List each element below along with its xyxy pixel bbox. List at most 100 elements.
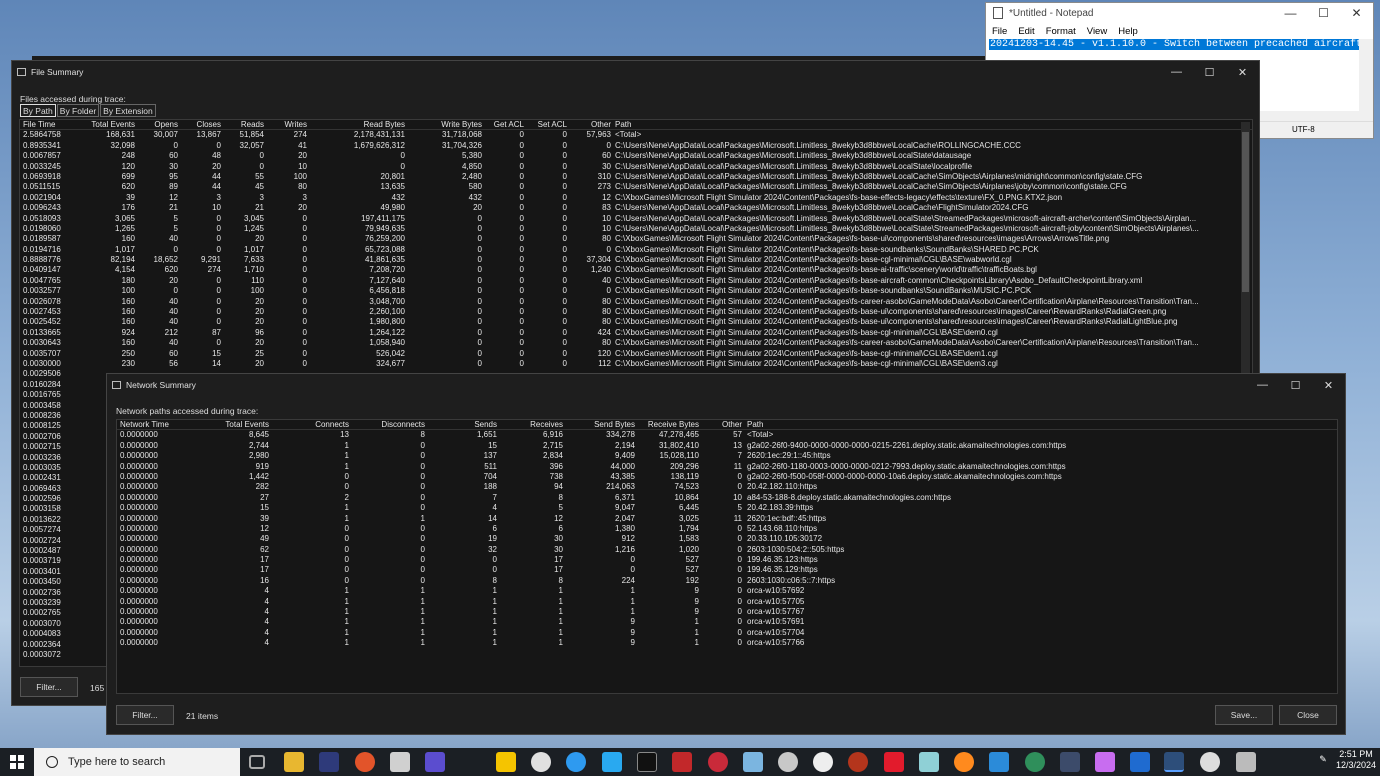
column-header[interactable]: Network Time [120, 420, 169, 430]
column-header[interactable]: Closes [181, 120, 221, 130]
table-row[interactable]: 0.0000000 17 0 0 0 17 0 527 0 199.46.35.129:https [117, 565, 1337, 575]
app-icon-16[interactable] [1130, 752, 1150, 772]
file-summary-titlebar[interactable]: File Summary — ☐ ✕ [12, 61, 1259, 83]
table-row[interactable]: 0.0000000 1,442 0 0 704 738 43,385 138,119 0 g2a0… [117, 472, 1337, 482]
close-icon[interactable]: ✕ [1340, 6, 1373, 20]
column-header[interactable]: Opens [138, 120, 178, 130]
minimize-icon[interactable]: — [1246, 379, 1279, 391]
app-icon-15[interactable] [1095, 752, 1115, 772]
table-row[interactable]: 0.0000000 17 0 0 0 17 0 527 0 199.46.35.123:https [117, 555, 1337, 565]
column-header[interactable]: Total Events [199, 420, 269, 430]
network-summary-window[interactable]: Network Summary — ☐ ✕ Network paths acce… [106, 373, 1346, 735]
table-row[interactable]: 0.0511515 620 89 44 45 80 13,635 580 0 0 273 C:\Use… [20, 182, 1252, 192]
clock[interactable]: 2:51 PM 12/3/2024 [1334, 749, 1378, 771]
tab-by-path[interactable]: By Path [20, 104, 56, 117]
minimize-icon[interactable]: — [1274, 6, 1307, 20]
maximize-icon[interactable]: ☐ [1279, 379, 1312, 392]
column-header[interactable]: Disconnects [365, 420, 425, 430]
maximize-icon[interactable]: ☐ [1307, 6, 1340, 20]
app-icon-3[interactable] [496, 752, 516, 772]
vpc-icon[interactable] [672, 752, 692, 772]
table-row[interactable]: 0.0000000 8,645 13 8 1,651 6,916 334,278 47,278… [117, 430, 1337, 440]
table-row[interactable]: 0.0000000 62 0 0 32 30 1,216 1,020 0 2603:1030:50… [117, 545, 1337, 555]
app-icon-6[interactable] [708, 752, 728, 772]
app-icon-9[interactable] [813, 752, 833, 772]
filter-button[interactable]: Filter... [20, 677, 78, 697]
app-icon-5[interactable] [602, 752, 622, 772]
app-icon-17[interactable] [1200, 752, 1220, 772]
table-row[interactable]: 0.0000000 282 0 0 188 94 214,063 74,523 0 20.42.1… [117, 482, 1337, 492]
table-row[interactable]: 0.0000000 4 1 1 1 1 1 9 0 orca-w10:57692 [117, 586, 1337, 596]
table-row[interactable]: 0.0027453 160 40 0 20 0 2,260,100 0 0 0 80 C:\XboxG… [20, 307, 1252, 317]
table-row[interactable]: 0.0025452 160 40 0 20 0 1,980,800 0 0 0 80 C:\XboxG… [20, 317, 1252, 327]
app-icon-8[interactable] [778, 752, 798, 772]
start-button[interactable] [0, 748, 34, 776]
table-row[interactable]: 0.0693918 699 95 44 55 100 20,801 2,480 0 0 310 C:\… [20, 172, 1252, 182]
table-row[interactable]: 0.0000000 919 1 0 511 396 44,000 209,296 11 g2a02… [117, 462, 1337, 472]
menu-view[interactable]: View [1087, 26, 1107, 37]
table-row[interactable]: 0.0000000 2,980 1 0 137 2,834 9,409 15,028,110 7… [117, 451, 1337, 461]
column-header[interactable]: Path [747, 420, 763, 430]
column-header[interactable]: Other [571, 120, 611, 130]
app-icon-10[interactable] [848, 752, 868, 772]
app-icon-1[interactable] [319, 752, 339, 772]
ccleaner-icon[interactable] [566, 752, 586, 772]
menu-format[interactable]: Format [1046, 26, 1076, 37]
table-row[interactable]: 0.0133665 924 212 87 96 0 1,264,122 0 0 0 424 C:\Xb… [20, 328, 1252, 338]
column-header[interactable]: Write Bytes [412, 120, 482, 130]
app-icon-14[interactable] [1060, 752, 1080, 772]
column-header[interactable]: Other [702, 420, 742, 430]
column-header[interactable]: Get ACL [484, 120, 524, 130]
close-button[interactable]: Close [1279, 705, 1337, 725]
column-header[interactable]: Reads [224, 120, 264, 130]
column-header[interactable]: Connects [289, 420, 349, 430]
file-explorer-icon[interactable] [284, 752, 304, 772]
column-header[interactable]: Read Bytes [315, 120, 405, 130]
table-row[interactable]: 0.0000000 49 0 0 19 30 912 1,583 0 20.33.110.105:… [117, 534, 1337, 544]
network-table[interactable]: Network Time Total Events Connects Disconne… [116, 419, 1338, 694]
column-header[interactable]: Set ACL [527, 120, 567, 130]
notepad-titlebar[interactable]: *Untitled - Notepad — ☐ ✕ [986, 3, 1373, 23]
table-row[interactable]: 0.0194716 1,017 0 0 1,017 0 65,723,088 0 0 0 0 C:\X… [20, 245, 1252, 255]
column-header[interactable]: Total Events [75, 120, 135, 130]
app-icon-2[interactable] [390, 752, 410, 772]
table-row[interactable]: 0.0047765 180 20 0 110 0 7,127,640 0 0 0 40 C:\Xbox… [20, 276, 1252, 286]
network-summary-titlebar[interactable]: Network Summary — ☐ ✕ [107, 374, 1345, 396]
menu-edit[interactable]: Edit [1018, 26, 1034, 37]
table-row[interactable]: 0.0000000 27 2 0 7 8 6,371 10,864 10 a84-53-188-8… [117, 493, 1337, 503]
table-row[interactable]: 0.0030000 230 56 14 20 0 324,677 0 0 0 112 C:\XboxG… [20, 359, 1252, 369]
maximize-icon[interactable]: ☐ [1193, 66, 1226, 79]
vpn-icon[interactable] [425, 752, 445, 772]
table-row[interactable]: 0.0409147 4,154 620 274 1,710 0 7,208,720 0 0 0 1,… [20, 265, 1252, 275]
table-row[interactable]: 0.8935341 32,098 0 0 32,057 41 1,679,626,312 31… [20, 141, 1252, 151]
column-header[interactable]: File Time [23, 120, 55, 130]
table-row[interactable]: 0.0000000 2,744 1 0 15 2,715 2,194 31,802,410 13… [117, 441, 1337, 451]
table-row[interactable]: 0.0518093 3,065 5 0 3,045 0 197,411,175 0 0 0 10 C:… [20, 214, 1252, 224]
table-row[interactable]: 0.0026078 160 40 0 20 0 3,048,700 0 0 0 80 C:\XboxG… [20, 297, 1252, 307]
table-row[interactable]: 0.0030643 160 40 0 20 0 1,058,940 0 0 0 80 C:\XboxG… [20, 338, 1252, 348]
table-row[interactable]: 0.0000000 4 1 1 1 1 9 1 0 orca-w10:57704 [117, 628, 1337, 638]
brave-icon[interactable] [355, 752, 375, 772]
tab-by-extension[interactable]: By Extension [100, 104, 156, 117]
table-row[interactable]: 0.0000000 39 1 1 14 12 2,047 3,025 11 2620:1ec:bd… [117, 514, 1337, 524]
app-icon-4[interactable] [531, 752, 551, 772]
column-header[interactable]: Sends [437, 420, 497, 430]
table-row[interactable]: 0.0067857 248 60 48 0 20 0 5,380 0 0 60 C:\Users\Ne… [20, 151, 1252, 161]
firefox-icon[interactable] [954, 752, 974, 772]
app-icon-7[interactable] [743, 752, 763, 772]
table-row[interactable]: 0.0000000 4 1 1 1 1 9 1 0 orca-w10:57766 [117, 638, 1337, 648]
column-header[interactable]: Writes [267, 120, 307, 130]
app-icon-11[interactable] [884, 752, 904, 772]
table-row[interactable]: 0.0032577 100 0 0 100 0 6,456,818 0 0 0 0 C:\XboxGa… [20, 286, 1252, 296]
close-icon[interactable]: ✕ [1226, 66, 1259, 79]
table-row[interactable]: 0.0035707 250 60 15 25 0 526,042 0 0 0 120 C:\XboxG… [20, 349, 1252, 359]
taskbar-search-box[interactable]: Type here to search [34, 748, 240, 776]
column-header[interactable]: Send Bytes [575, 420, 635, 430]
minimize-icon[interactable]: — [1160, 66, 1193, 78]
table-row[interactable]: 0.0096243 176 21 10 21 20 49,980 20 0 0 83 C:\Users… [20, 203, 1252, 213]
close-icon[interactable]: ✕ [1312, 379, 1345, 392]
tab-by-folder[interactable]: By Folder [56, 104, 100, 117]
save-button[interactable]: Save... [1215, 705, 1273, 725]
column-header[interactable]: Receives [503, 420, 563, 430]
menu-file[interactable]: File [992, 26, 1007, 37]
